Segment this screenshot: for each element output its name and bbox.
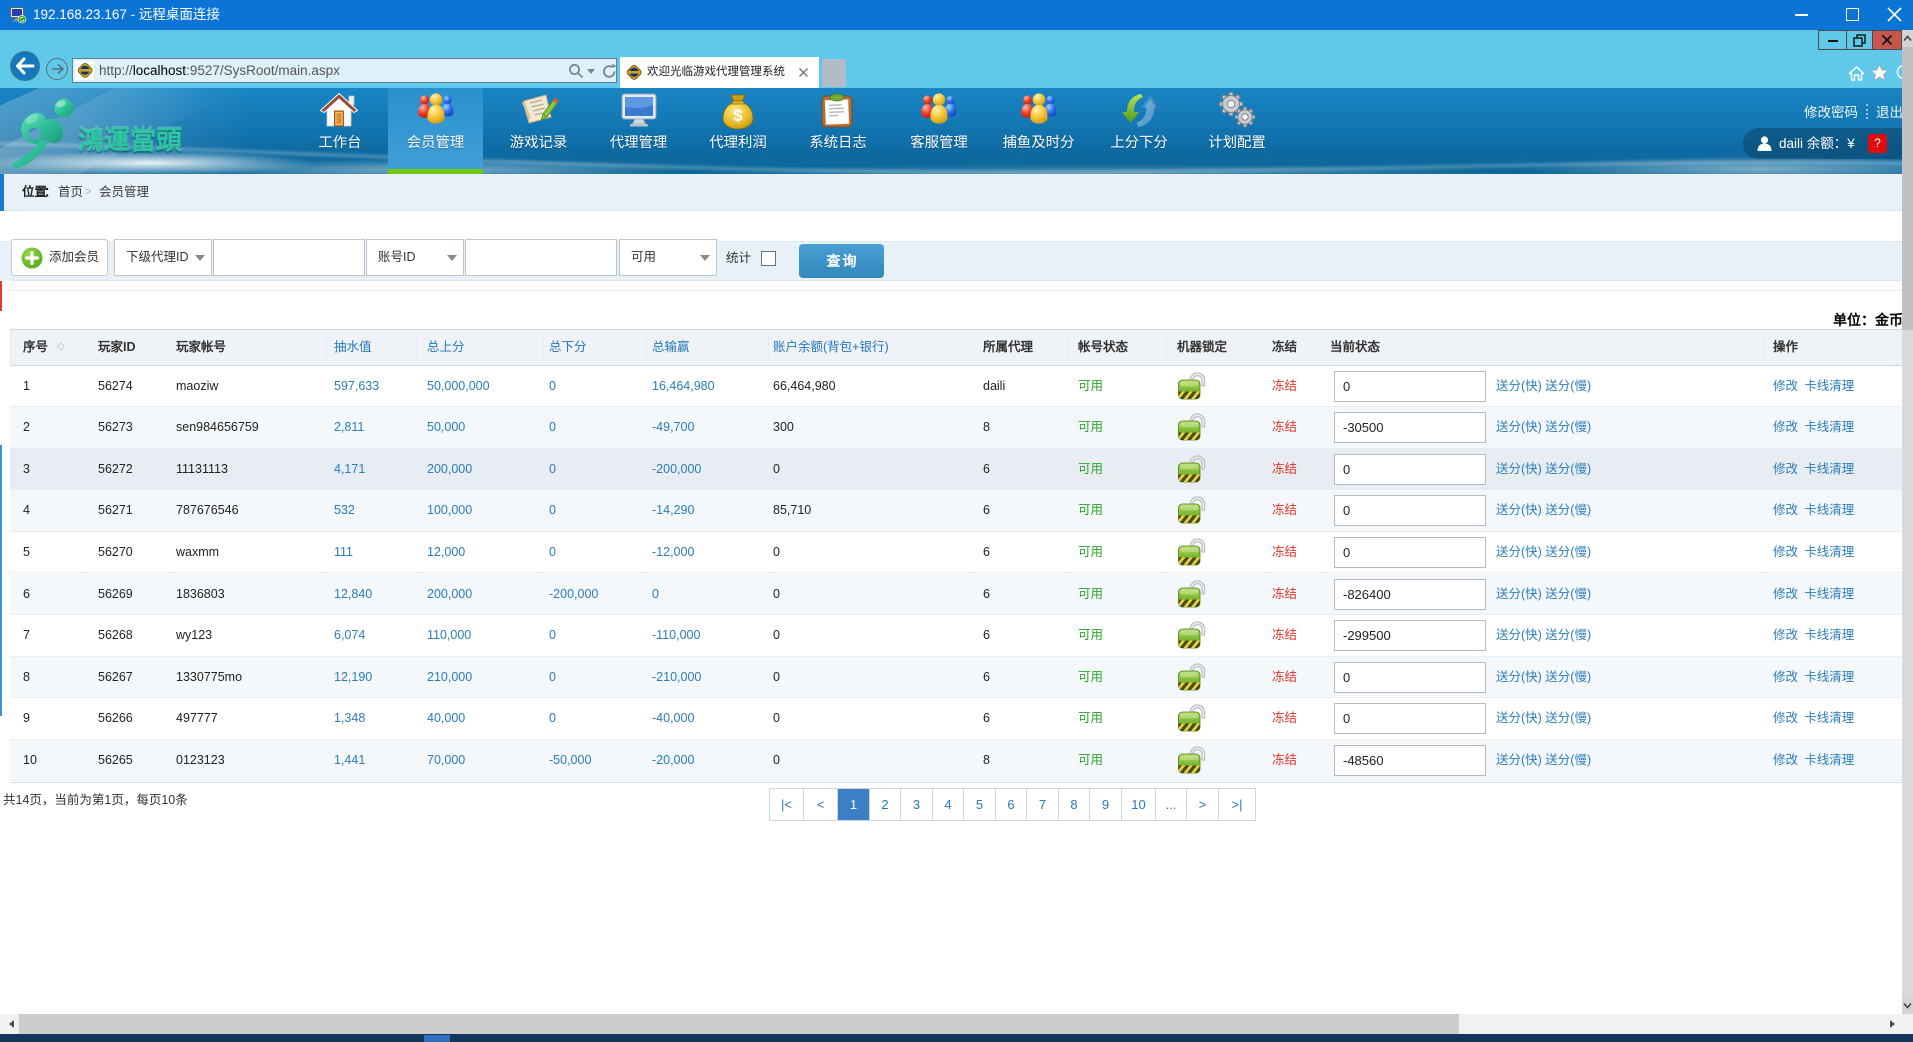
svg-text:$: $ bbox=[733, 106, 743, 125]
